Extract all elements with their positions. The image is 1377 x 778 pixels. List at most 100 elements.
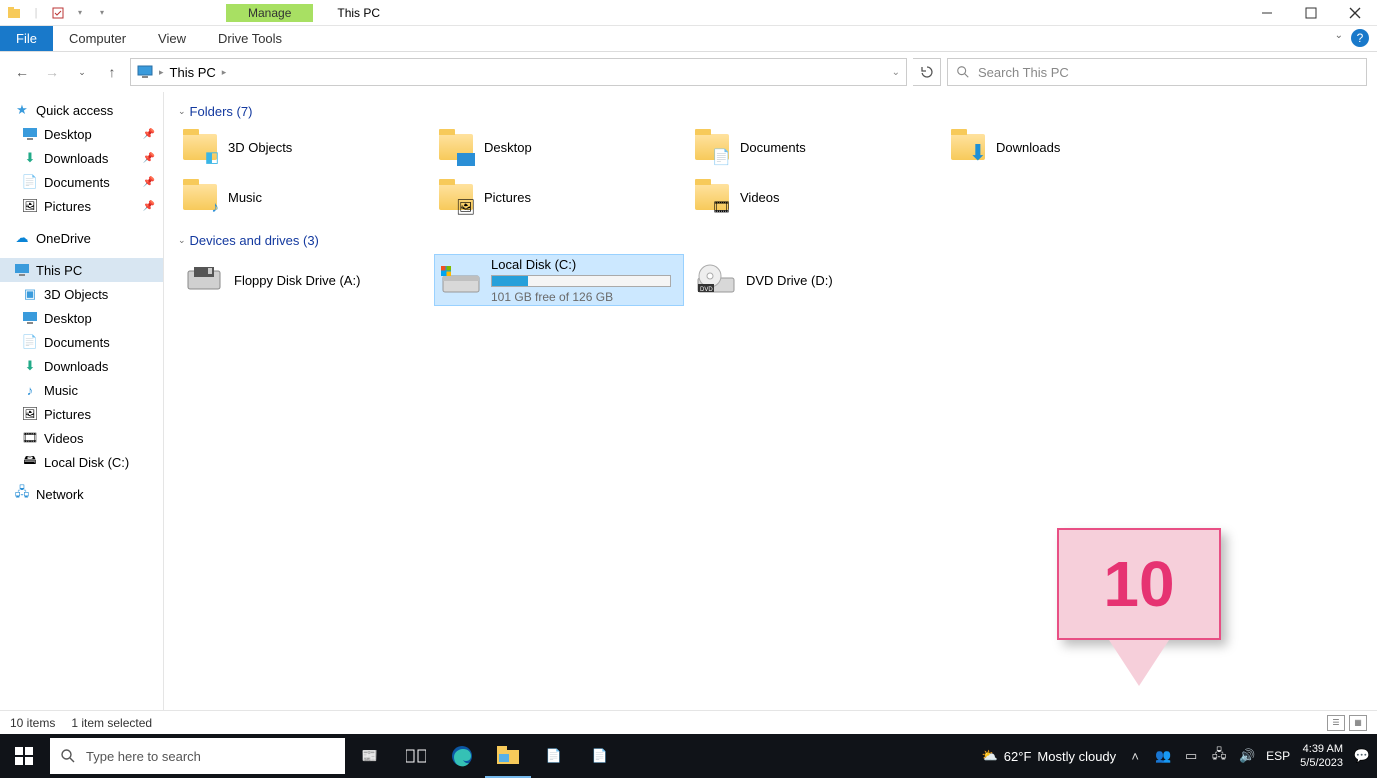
drive-floppy[interactable]: Floppy Disk Drive (A:) (178, 254, 428, 306)
taskbar-search[interactable]: Type here to search (50, 738, 345, 774)
qat-dropdown-icon[interactable]: ▾ (72, 5, 88, 21)
tray-language[interactable]: ESP (1266, 749, 1290, 763)
sidebar-pictures[interactable]: 🖼 Pictures 📌 (0, 194, 163, 218)
quick-access-toolbar: | ▾ ▾ (0, 5, 116, 21)
cloud-icon: ☁ (14, 230, 30, 246)
sidebar-desktop[interactable]: Desktop 📌 (0, 122, 163, 146)
group-drives-header[interactable]: ⌄ Devices and drives (3) (178, 233, 1363, 248)
back-button[interactable]: ← (10, 60, 34, 84)
status-bar: 10 items 1 item selected ☰ ▦ (0, 710, 1377, 734)
group-folders-header[interactable]: ⌄ Folders (7) (178, 104, 1363, 119)
drive-dvd[interactable]: DVD DVD Drive (D:) (690, 254, 940, 306)
sidebar-network[interactable]: 🖧 Network (0, 482, 163, 506)
sidebar-documents-pc[interactable]: 📄Documents (0, 330, 163, 354)
sidebar-onedrive[interactable]: ☁ OneDrive (0, 226, 163, 250)
tray-volume-icon[interactable]: 🔊 (1238, 747, 1256, 765)
address-bar[interactable]: ▸ This PC ▸ ⌄ (130, 58, 907, 86)
sidebar-label: Music (44, 383, 78, 398)
weather-temp: 62°F (1004, 749, 1032, 764)
taskbar-news-icon[interactable]: 📰 (347, 734, 393, 778)
sidebar-pictures-pc[interactable]: 🖼Pictures (0, 402, 163, 426)
taskbar-edge-icon[interactable] (439, 734, 485, 778)
breadcrumb-this-pc[interactable]: This PC (170, 65, 216, 80)
sidebar-videos-pc[interactable]: 🎞 Videos (0, 426, 163, 450)
dvd-icon: DVD (696, 262, 736, 298)
pin-icon: 📌 (143, 129, 155, 140)
chevron-right-icon[interactable]: ▸ (222, 67, 227, 78)
app-icon (6, 5, 22, 21)
sidebar-label: Videos (44, 431, 84, 446)
tray-time: 4:39 AM (1300, 742, 1343, 756)
folder-label: Videos (740, 190, 780, 205)
tray-network-icon[interactable]: 🖧 (1210, 747, 1228, 765)
sidebar-music-pc[interactable]: ♪Music (0, 378, 163, 402)
start-button[interactable] (0, 734, 48, 778)
navbar: ← → ⌄ ↑ ▸ This PC ▸ ⌄ Search This PC (0, 52, 1377, 92)
folder-documents[interactable]: 📄 Documents (690, 125, 940, 169)
help-button[interactable]: ? (1351, 29, 1369, 47)
tray-clock[interactable]: 4:39 AM 5/5/2023 (1300, 742, 1343, 770)
taskbar: Type here to search 📰 📄 📄 ⛅ 62°F Mostly … (0, 734, 1377, 778)
sidebar-label: Documents (44, 335, 110, 350)
sidebar-label: Quick access (36, 103, 113, 118)
drive-local-disk[interactable]: Local Disk (C:) 101 GB free of 126 GB (434, 254, 684, 306)
folder-music[interactable]: ♪ Music (178, 175, 428, 219)
recent-dropdown-icon[interactable]: ⌄ (70, 60, 94, 84)
sidebar-label: Downloads (44, 151, 108, 166)
forward-button[interactable]: → (40, 60, 64, 84)
tray-overflow-icon[interactable]: ˄ (1126, 747, 1144, 765)
folder-3d-objects[interactable]: ◧ 3D Objects (178, 125, 428, 169)
pc-icon (137, 65, 153, 79)
sidebar-downloads[interactable]: ⬇ Downloads 📌 (0, 146, 163, 170)
qat-customize-icon[interactable]: ▾ (94, 5, 110, 21)
taskbar-explorer-icon[interactable] (485, 734, 531, 778)
contextual-tab-label: Manage (226, 4, 313, 22)
window-title: This PC (313, 6, 404, 20)
refresh-button[interactable] (913, 58, 941, 86)
search-box[interactable]: Search This PC (947, 58, 1367, 86)
status-selected-count: 1 item selected (71, 716, 152, 730)
tray-people-icon[interactable]: 👥 (1154, 747, 1172, 765)
sidebar-desktop-pc[interactable]: Desktop (0, 306, 163, 330)
file-tab[interactable]: File (0, 26, 53, 51)
folder-icon: ⬇ (950, 129, 986, 165)
sidebar-downloads-pc[interactable]: ⬇Downloads (0, 354, 163, 378)
address-dropdown-icon[interactable]: ⌄ (892, 67, 900, 78)
folder-downloads[interactable]: ⬇ Downloads (946, 125, 1196, 169)
sidebar-3d-objects[interactable]: ▣3D Objects (0, 282, 163, 306)
view-tab[interactable]: View (142, 26, 202, 51)
minimize-button[interactable] (1245, 0, 1289, 26)
sidebar-quick-access[interactable]: ★ Quick access (0, 98, 163, 122)
folder-icon: 🎞 (694, 179, 730, 215)
taskbar-notepad-icon-2[interactable]: 📄 (577, 734, 623, 778)
close-button[interactable] (1333, 0, 1377, 26)
tiles-view-button[interactable]: ▦ (1349, 715, 1367, 731)
chevron-right-icon[interactable]: ▸ (159, 67, 164, 78)
folder-icon: 🖼 (438, 179, 474, 215)
action-center-icon[interactable]: 💬 (1353, 747, 1371, 765)
taskbar-notepad-icon[interactable]: 📄 (531, 734, 577, 778)
drive-subtext: 101 GB free of 126 GB (491, 290, 677, 304)
folder-label: 3D Objects (228, 140, 292, 155)
taskbar-taskview-icon[interactable] (393, 734, 439, 778)
sidebar-label: Pictures (44, 199, 91, 214)
sidebar-this-pc[interactable]: This PC (0, 258, 163, 282)
videos-icon: 🎞 (22, 430, 38, 446)
folder-desktop[interactable]: Desktop (434, 125, 684, 169)
maximize-button[interactable] (1289, 0, 1333, 26)
properties-icon[interactable] (50, 5, 66, 21)
ribbon-collapse-icon[interactable]: ⌄ (1335, 30, 1343, 41)
computer-tab[interactable]: Computer (53, 26, 142, 51)
details-view-button[interactable]: ☰ (1327, 715, 1345, 731)
folder-videos[interactable]: 🎞 Videos (690, 175, 940, 219)
drive-tools-tab[interactable]: Drive Tools (202, 26, 298, 51)
tray-meet-icon[interactable]: ▭ (1182, 747, 1200, 765)
sidebar-local-disk[interactable]: 🖴Local Disk (C:) (0, 450, 163, 474)
folder-icon: 📄 (694, 129, 730, 165)
drive-label: Floppy Disk Drive (A:) (234, 273, 360, 288)
folder-pictures[interactable]: 🖼 Pictures (434, 175, 684, 219)
taskbar-weather[interactable]: ⛅ 62°F Mostly cloudy (982, 748, 1117, 764)
chevron-down-icon: ⌄ (178, 235, 186, 246)
up-button[interactable]: ↑ (100, 60, 124, 84)
sidebar-documents[interactable]: 📄 Documents 📌 (0, 170, 163, 194)
